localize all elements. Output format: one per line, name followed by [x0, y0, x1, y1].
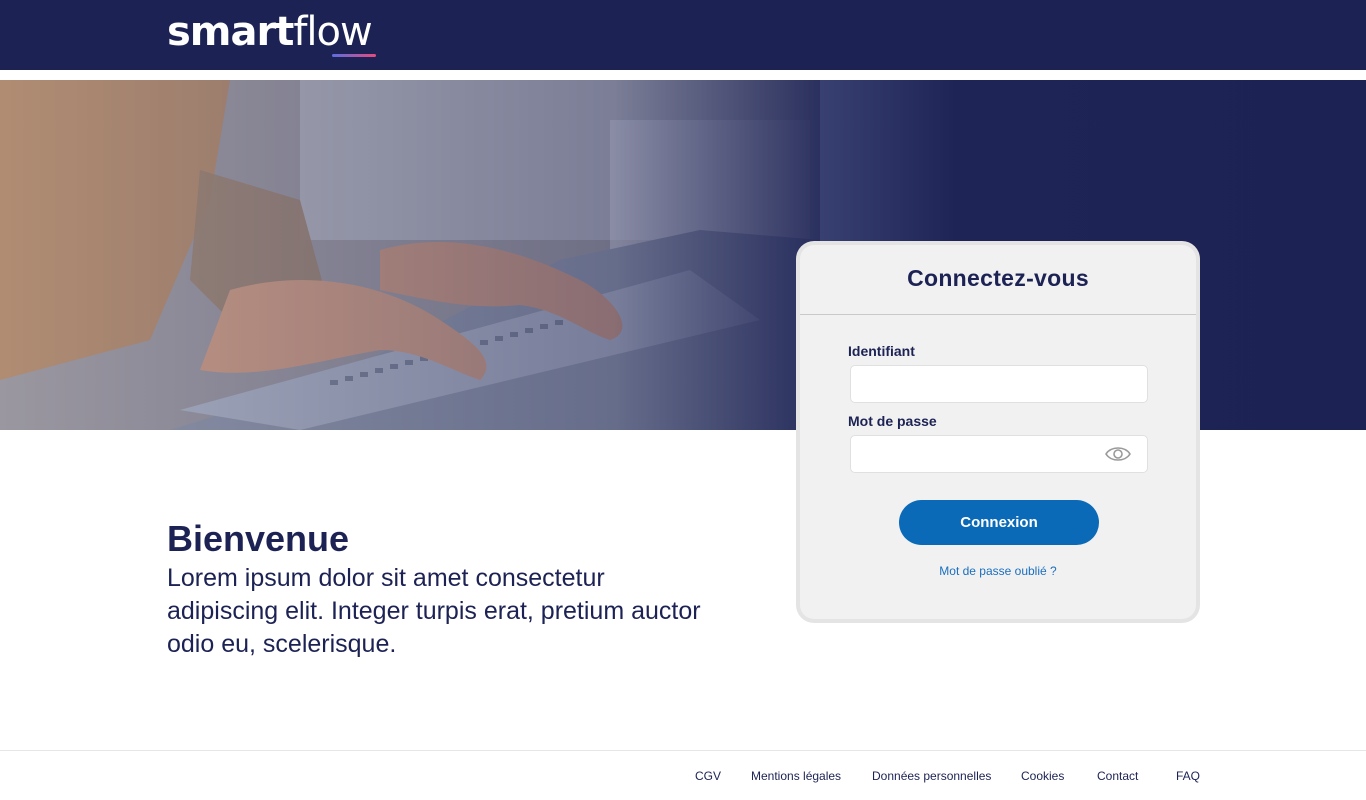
username-label: Identifiant: [848, 343, 915, 359]
welcome-text: Lorem ipsum dolor sit amet consectetur a…: [167, 564, 701, 658]
logo-underline-accent: [332, 54, 376, 57]
footer-link-mentions-legales[interactable]: Mentions légales: [751, 769, 841, 783]
username-input[interactable]: [850, 365, 1148, 403]
login-card: Connectez-vous Identifiant Mot de passe …: [800, 245, 1196, 619]
connexion-button[interactable]: Connexion: [899, 500, 1099, 545]
logo-light-text: flow: [293, 9, 372, 55]
footer-link-faq[interactable]: FAQ: [1176, 769, 1200, 783]
footer-link-contact[interactable]: Contact: [1097, 769, 1138, 783]
welcome-title: Bienvenue: [167, 518, 350, 559]
footer-link-cookies[interactable]: Cookies: [1021, 769, 1064, 783]
login-divider: [800, 314, 1196, 315]
eye-icon[interactable]: [1103, 443, 1133, 465]
footer-link-donnees-personnelles[interactable]: Données personnelles: [872, 769, 991, 783]
hero-laptop-photo: [0, 80, 820, 430]
footer: CGV Mentions légales Données personnelle…: [0, 750, 1366, 800]
logo-bold-text: smart: [167, 9, 294, 55]
forgot-password-link[interactable]: Mot de passe oublié ?: [800, 564, 1196, 578]
footer-link-cgv[interactable]: CGV: [695, 769, 721, 783]
password-label: Mot de passe: [848, 413, 937, 429]
smartflow-logo[interactable]: smartflow: [167, 8, 373, 60]
login-title: Connectez-vous: [907, 265, 1089, 291]
top-bar: smartflow: [0, 0, 1366, 70]
